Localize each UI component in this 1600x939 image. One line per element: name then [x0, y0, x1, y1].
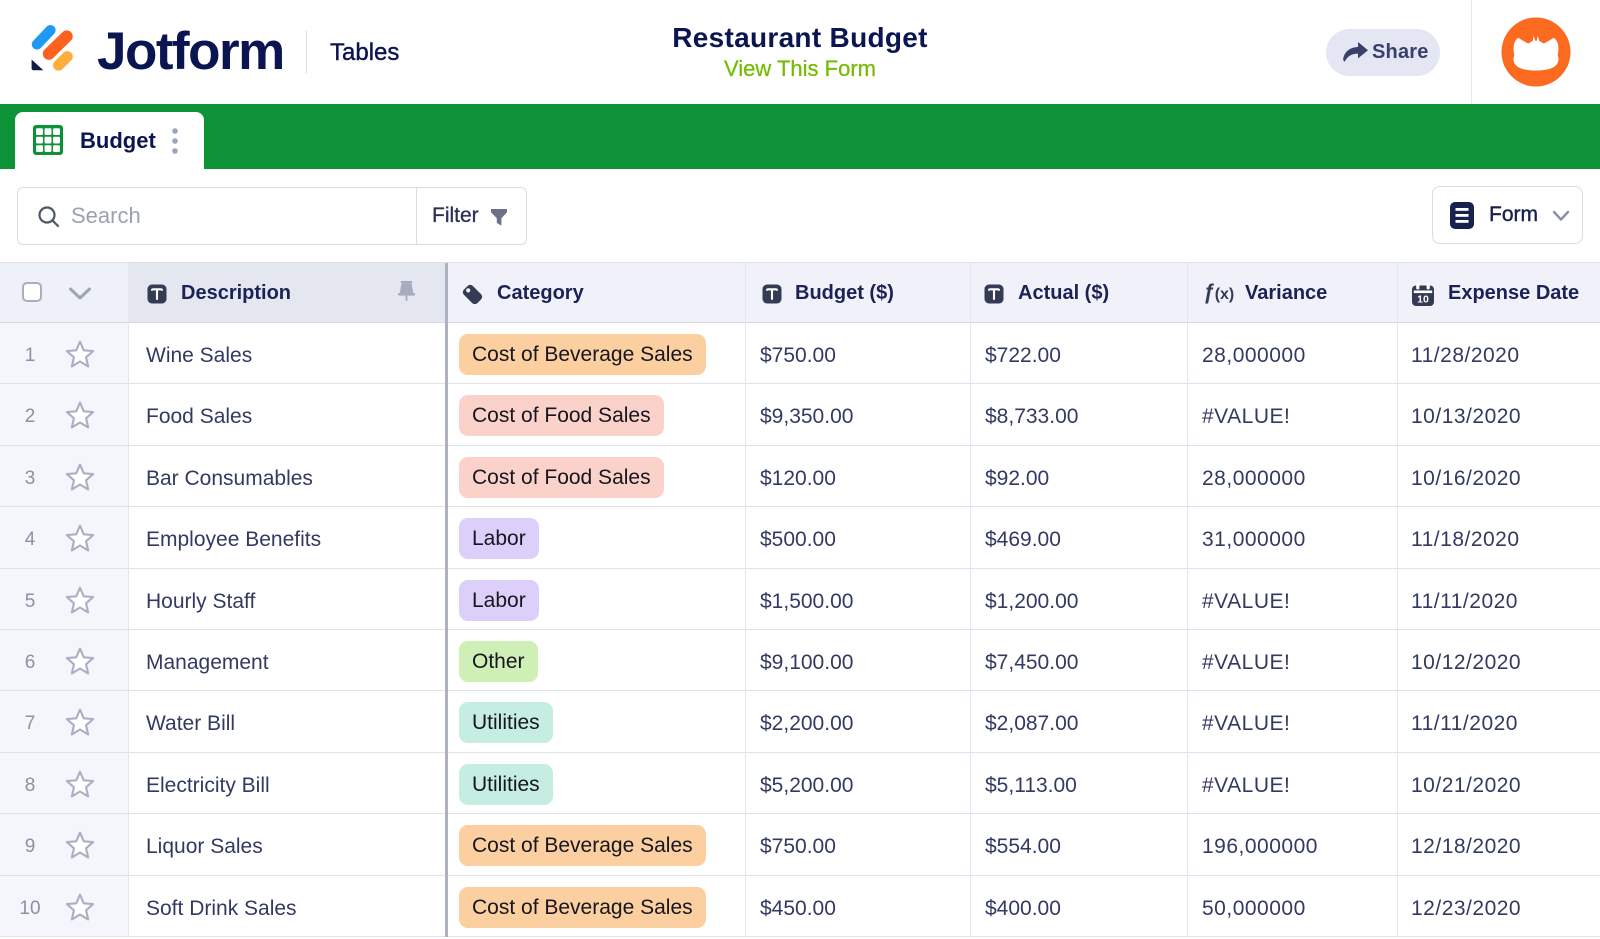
- svg-text:10: 10: [1417, 294, 1429, 306]
